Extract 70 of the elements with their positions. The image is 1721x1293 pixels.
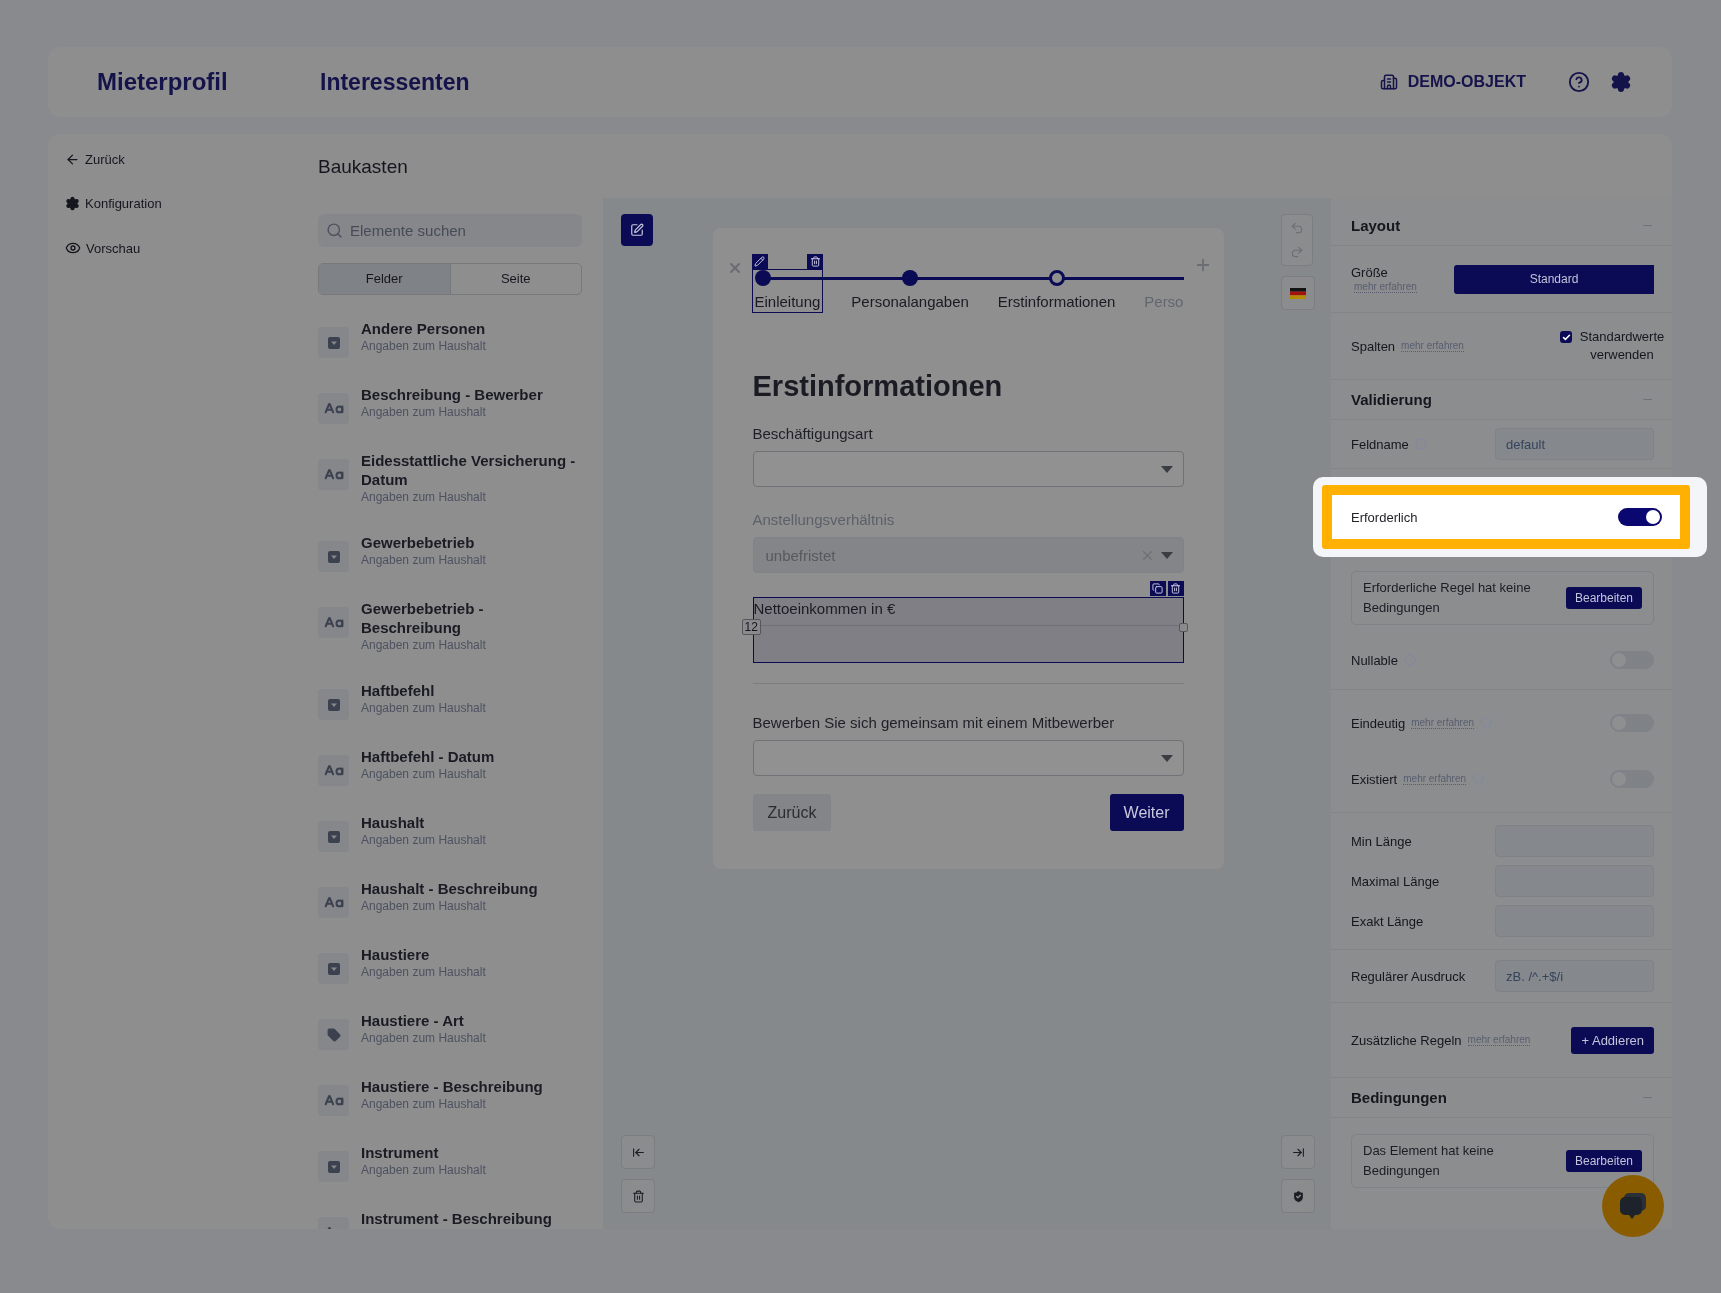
field-label: Feldname (1351, 436, 1409, 452)
field-label: Nullable (1351, 652, 1398, 668)
next-button[interactable]: Weiter (1109, 794, 1184, 831)
element-category: Angaben zum Haushalt (361, 766, 487, 783)
object-switcher[interactable]: DEMO-OBJEKT (1379, 73, 1526, 91)
text-input[interactable]: zB. /^.+$/i (1495, 960, 1654, 992)
element-title[interactable]: Instrument - Beschreibung (361, 1209, 576, 1228)
element-title[interactable]: Haushalt (361, 813, 576, 832)
field-label: Bewerben Sie sich gemeinsam mit einem Mitbewerber (752, 714, 1116, 731)
element-category: Angaben zum Haushalt (361, 832, 487, 849)
form-heading: Erstinformationen (752, 370, 1004, 403)
element-title[interactable]: Instrument (361, 1143, 576, 1162)
element-category: Angaben zum Haushalt (361, 1030, 487, 1047)
field-label: Maximal Länge (1351, 873, 1440, 889)
field-label: Eindeutig (1351, 715, 1406, 731)
element-title[interactable]: Haustiere (361, 945, 576, 964)
section-title: Bedingungen (1351, 1089, 1447, 1106)
element-title[interactable]: Haustiere - Art (361, 1011, 576, 1030)
section-title: Layout (1351, 217, 1401, 234)
checkbox-label: Standardwerte verwenden (1578, 328, 1666, 364)
element-category: Angaben zum Haushalt (361, 700, 487, 717)
element-title[interactable]: Haftbefehl - Datum (361, 747, 576, 766)
element-title[interactable]: Andere Personen (361, 319, 576, 338)
field-label: Größe (1351, 265, 1389, 280)
edit-button[interactable]: Bearbeiten (1565, 1150, 1642, 1172)
field-label: Beschäftigungsart (752, 425, 874, 442)
section-title: Validierung (1351, 391, 1432, 408)
element-category: Angaben zum Haushalt (361, 1162, 487, 1179)
nav-link[interactable]: Zurück (65, 152, 318, 167)
back-button[interactable]: Zurück (752, 794, 832, 831)
panel-title: Baukasten (318, 156, 409, 179)
section-title: Interessenten (320, 68, 471, 96)
element-title[interactable]: Beschreibung - Bewerber (361, 385, 576, 404)
tab[interactable]: Felder (319, 264, 450, 294)
element-title[interactable]: Haushalt - Beschreibung (361, 879, 576, 898)
tab[interactable]: Seite (449, 264, 581, 294)
field-label: Min Länge (1351, 833, 1412, 849)
element-category: Angaben zum Haushalt (361, 338, 487, 355)
element-category: Angaben zum Haushalt (361, 489, 487, 506)
nav-link[interactable]: Vorschau (65, 240, 318, 256)
element-category: Angaben zum Haushalt (361, 404, 487, 421)
element-title[interactable]: Gewerbebetrieb (361, 533, 576, 552)
element-category: Angaben zum Haushalt (361, 1096, 487, 1113)
text-input[interactable]: default (1495, 428, 1654, 460)
nav-link[interactable]: Konfiguration (65, 196, 318, 211)
column-badge: 12 (741, 619, 761, 635)
size-button[interactable]: Standard (1454, 264, 1654, 294)
element-category: Angaben zum Haushalt (361, 964, 487, 981)
element-category: Angaben zum Haushalt (361, 637, 487, 654)
edit-button[interactable]: Bearbeiten (1565, 587, 1642, 609)
field-label: Zusätzliche Regeln (1351, 1032, 1462, 1048)
step-label[interactable]: Erstinformationen (997, 293, 1116, 310)
step-label[interactable]: Personalangaben (851, 293, 969, 310)
element-category: Angaben zum Haushalt (361, 898, 487, 915)
element-title[interactable]: Gewerbebetrieb - Beschreibung (361, 599, 576, 637)
add-button[interactable]: + Addieren (1571, 1026, 1654, 1054)
element-title[interactable]: Haustiere - Beschreibung (361, 1077, 576, 1096)
note-text: Erforderliche Regel hat keine Bedingungen (1363, 579, 1532, 617)
search-field[interactable]: Elemente suchen (318, 214, 582, 247)
element-category: Angaben zum Haushalt (361, 552, 487, 569)
field-label: Existiert (1351, 771, 1398, 787)
app-title: Mieterprofil (97, 68, 229, 96)
step-label[interactable]: Einleitung (754, 293, 821, 310)
note-text: Das Element hat keine Bedingungen (1363, 1142, 1495, 1180)
field-label: Erforderlich (1351, 509, 1418, 525)
field-label: Exakt Länge (1351, 913, 1424, 929)
element-title[interactable]: Haftbefehl (361, 681, 576, 700)
element-title[interactable]: Eidesstattliche Versicherung - Datum (361, 451, 576, 489)
field-label: Regulärer Ausdruck (1351, 968, 1466, 984)
field-label: Spalten (1351, 338, 1396, 354)
